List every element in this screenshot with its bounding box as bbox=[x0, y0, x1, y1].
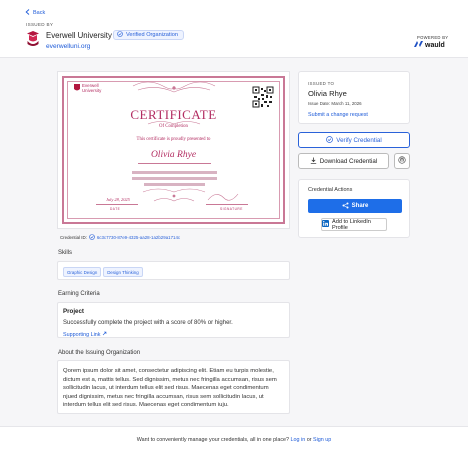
certificate-uni-line2: University bbox=[82, 87, 102, 93]
certificate-date-value: July 28, 2025 bbox=[106, 197, 130, 202]
wauld-mark-icon bbox=[414, 41, 423, 49]
share-label: Share bbox=[351, 203, 369, 209]
skill-chip: Design Thinking bbox=[103, 267, 143, 277]
issued-to-label: ISSUED TO bbox=[308, 81, 335, 86]
certificate-text-bar bbox=[132, 171, 217, 174]
credential-id-label: Credential ID: bbox=[60, 235, 87, 240]
login-link[interactable]: Log in bbox=[291, 437, 306, 443]
certificate-crest-icon bbox=[74, 84, 80, 94]
supporting-link[interactable]: Supporting Link bbox=[63, 331, 284, 338]
certificate-title: CERTIFICATE bbox=[130, 107, 217, 122]
add-to-linkedin-label: Add to LinkedIn Profile bbox=[332, 218, 371, 231]
share-icon bbox=[342, 202, 349, 211]
wauld-logo[interactable]: wauld bbox=[414, 41, 445, 49]
print-icon bbox=[398, 156, 406, 166]
print-button[interactable] bbox=[394, 153, 410, 169]
download-icon bbox=[310, 157, 317, 166]
powered-by-label: POWERED BY bbox=[417, 35, 449, 40]
back-link[interactable]: Back bbox=[25, 9, 45, 17]
back-label: Back bbox=[33, 10, 46, 16]
footer-or: or bbox=[306, 437, 312, 443]
certificate-university-mark: Everwell University bbox=[74, 83, 102, 94]
about-org-label: About the Issuing Organization bbox=[58, 350, 141, 356]
certificate-date-label: DATE bbox=[110, 207, 121, 211]
recipient-name: Olivia Rhye bbox=[308, 89, 347, 98]
download-credential-label: Download Credential bbox=[319, 157, 378, 165]
certificate-text-bar bbox=[132, 177, 217, 180]
verified-organization-badge[interactable]: Verified Organization bbox=[113, 30, 184, 40]
verified-check-icon bbox=[89, 234, 95, 241]
project-description: Successfully complete the project with a… bbox=[63, 320, 233, 326]
skills-card: Graphic Design Design Thinking bbox=[57, 261, 290, 280]
check-circle-icon bbox=[117, 31, 123, 39]
certificate-text-bar bbox=[144, 183, 205, 186]
earning-criteria-label: Earning Criteria bbox=[58, 291, 100, 297]
footer-prompt: Want to conveniently manage your credent… bbox=[136, 437, 290, 443]
org-website-link[interactable]: everwelluni.org bbox=[46, 43, 90, 50]
about-org-text: Qorem ipsum dolor sit amet, consectetur … bbox=[63, 368, 277, 409]
download-credential-button[interactable]: Download Credential bbox=[298, 153, 389, 169]
earning-criteria-card: Project Successfully complete the projec… bbox=[57, 302, 290, 338]
certificate-presented-to: This certificate is proudly presented to bbox=[136, 137, 211, 142]
verify-credential-label: Verify Credential bbox=[336, 136, 382, 144]
issue-date: Issue Date: March 11, 2026 bbox=[308, 101, 362, 106]
linkedin-icon bbox=[322, 220, 329, 229]
certificate-recipient-name: Olivia Rhye bbox=[150, 150, 197, 160]
verify-credential-button[interactable]: Verify Credential bbox=[298, 132, 410, 148]
project-title: Project bbox=[63, 308, 84, 315]
qr-code-icon bbox=[252, 86, 274, 108]
org-name: Everwell University bbox=[46, 31, 112, 40]
certificate-preview: Everwell University CERTIFICATE Of Compl… bbox=[57, 71, 290, 229]
supporting-link-label: Supporting Link bbox=[63, 331, 101, 338]
credential-actions-card: Credential Actions Share Add to LinkedIn… bbox=[298, 179, 410, 238]
submit-change-request-link[interactable]: Submit a change request bbox=[308, 112, 400, 118]
date-line bbox=[96, 204, 138, 205]
share-button[interactable]: Share bbox=[308, 199, 402, 213]
wauld-brand: wauld bbox=[425, 41, 445, 49]
university-logo-icon bbox=[26, 31, 40, 47]
add-to-linkedin-button[interactable]: Add to LinkedIn Profile bbox=[321, 218, 387, 231]
page-footer: Want to conveniently manage your credent… bbox=[0, 426, 468, 450]
signup-link[interactable]: Sign up bbox=[313, 437, 331, 443]
skills-label: Skills bbox=[58, 250, 73, 256]
external-link-icon bbox=[102, 331, 107, 338]
chevron-left-icon bbox=[25, 9, 30, 17]
name-underline bbox=[138, 163, 211, 164]
page-header: Back ISSUED BY Everwell University Verif… bbox=[0, 0, 468, 58]
about-org-card: Qorem ipsum dolor sit amet, consectetur … bbox=[57, 360, 290, 414]
certificate-signature-label: SIGNATURE bbox=[220, 207, 243, 211]
credential-id-value[interactable]: 6c3c7730-87e9-4325-aa28-1a2b29a1714c bbox=[97, 235, 180, 240]
certificate-subtitle: Of Completion bbox=[159, 124, 188, 129]
skill-chip: Graphic Design bbox=[63, 267, 102, 277]
credential-id: Credential ID: 6c3c7730-87e9-4325-aa28-1… bbox=[60, 234, 180, 241]
issued-by-label: ISSUED BY bbox=[26, 22, 54, 27]
verify-check-icon bbox=[326, 135, 334, 145]
verified-badge-label: Verified Organization bbox=[126, 32, 178, 38]
credential-actions-title: Credential Actions bbox=[308, 187, 353, 193]
issued-to-card: ISSUED TO Olivia Rhye Issue Date: March … bbox=[298, 71, 410, 124]
signature-line bbox=[206, 204, 248, 205]
